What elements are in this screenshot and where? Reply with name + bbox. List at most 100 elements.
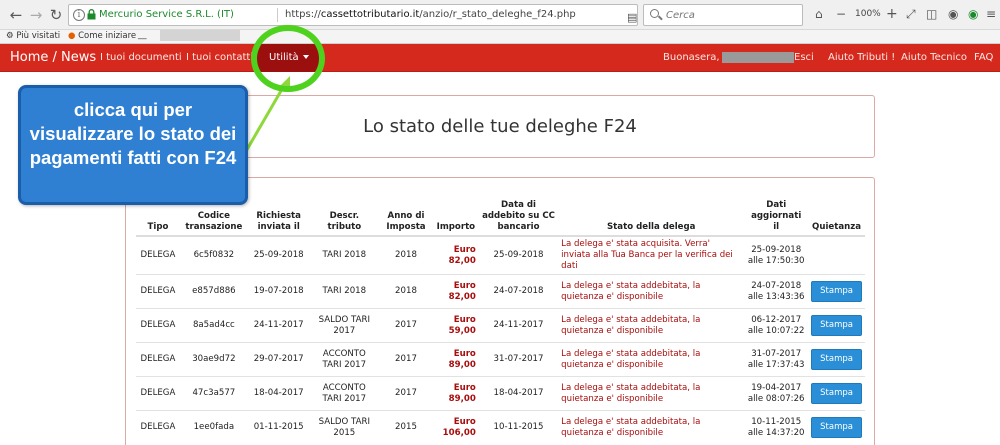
table-row: DELEGA 30ae9d72 29-07-2017 ACCONTO TARI 201…: [136, 342, 865, 377]
cell-descr: ACCONTO TARI 2017: [309, 342, 380, 377]
cell-descr: TARI 2018: [309, 235, 380, 275]
cell-aggiornati: 31-07-2017 alle 17:37:43: [744, 342, 809, 377]
addon-icon[interactable]: ◉: [968, 6, 978, 22]
cell-importo: Euro 82,00: [432, 274, 479, 309]
greeting-label: Buonasera,: [663, 52, 720, 63]
cell-addebito: 31-07-2017: [478, 342, 559, 377]
cell-richiesta: 19-07-2018: [247, 274, 310, 309]
bookmark-getting-started[interactable]: ● Come iniziare: [68, 31, 136, 41]
lock-icon: [87, 9, 96, 20]
cell-stato: La delega e' stata acquisita. Verra' inv…: [558, 235, 745, 275]
column-header: Stato della delega: [558, 188, 745, 237]
site-navbar: Home / News I tuoi documenti I tuoi cont…: [0, 44, 1000, 72]
zoom-out-icon[interactable]: −: [836, 6, 846, 22]
cell-importo: Euro 82,00: [432, 235, 479, 275]
nav-contatti-label: I tuoi contatti: [186, 52, 254, 63]
bookmarks-bar: ⚙ Più visitati ● Come iniziare __: [0, 30, 1000, 44]
importo-value: 89,00: [448, 393, 476, 404]
callout-text: clicca qui per visualizzare lo stato dei…: [29, 99, 237, 168]
aggiornati-time: alle 08:07:26: [747, 393, 805, 404]
nav-faq[interactable]: FAQ: [974, 44, 993, 72]
cell-anno: 2017: [379, 308, 433, 343]
search-icon: [650, 9, 659, 18]
fullscreen-icon[interactable]: ⤢: [906, 6, 916, 22]
info-icon[interactable]: i: [73, 9, 85, 21]
cell-quietanza: Stampa: [808, 308, 865, 343]
bookmark-masked[interactable]: [160, 30, 240, 41]
url-prefix: https://: [285, 9, 321, 20]
stampa-button[interactable]: Stampa: [811, 315, 862, 336]
search-input[interactable]: [666, 7, 796, 23]
extension-icon[interactable]: ◉: [948, 6, 958, 22]
cell-richiesta: 01-11-2015: [247, 410, 310, 445]
reader-icon[interactable]: ▤: [627, 11, 637, 24]
cell-stato: La delega e' stata addebitata, la quieta…: [558, 376, 745, 411]
table-row: DELEGA e857d886 19-07-2018 TARI 2018 2018 Eur…: [136, 274, 865, 309]
cell-quietanza: [808, 235, 865, 275]
url-host: cassettotributario.it: [320, 9, 420, 20]
search-bar[interactable]: [643, 4, 803, 26]
url-text[interactable]: https://cassettotributario.it/anzio/r_st…: [285, 9, 576, 20]
cell-anno: 2018: [379, 235, 433, 275]
stampa-button[interactable]: Stampa: [811, 383, 862, 404]
column-header: Anno di Imposta: [379, 188, 433, 237]
bookmark-most-visited[interactable]: ⚙ Più visitati: [6, 31, 60, 41]
menu-icon[interactable]: ≡: [986, 6, 996, 22]
cell-descr: SALDO TARI 2015: [309, 410, 380, 445]
nav-esci[interactable]: Esci: [794, 44, 814, 72]
nav-aiuto-tecnico[interactable]: Aiuto Tecnico: [901, 44, 967, 72]
cell-importo: Euro 89,00: [432, 342, 479, 377]
cell-aggiornati: 25-09-2018 alle 17:50:30: [744, 235, 809, 275]
aggiornati-date: 10-11-2015: [751, 416, 802, 427]
browser-toolbar: ← → ↻ i Mercurio Service S.R.L. (IT) htt…: [0, 0, 1000, 63]
zoom-level[interactable]: 100%: [855, 9, 881, 19]
site-identity[interactable]: Mercurio Service S.R.L. (IT): [99, 9, 234, 20]
importo-value: 82,00: [448, 291, 476, 302]
cell-tipo: DELEGA: [136, 274, 180, 309]
cell-codice: e857d886: [179, 274, 248, 309]
column-header: Quietanza: [808, 188, 865, 237]
importo-currency: Euro: [453, 280, 476, 291]
aggiornati-date: 24-07-2018: [751, 280, 802, 291]
nav-documenti[interactable]: I tuoi documenti: [100, 44, 182, 72]
cell-richiesta: 29-07-2017: [247, 342, 310, 377]
cell-richiesta: 24-11-2017: [247, 308, 310, 343]
cell-importo: Euro 106,00: [432, 410, 479, 445]
cell-richiesta: 25-09-2018: [247, 235, 310, 275]
table-row: DELEGA 6c5f0832 25-09-2018 TARI 2018 2018 Eur…: [136, 235, 865, 275]
cell-importo: Euro 59,00: [432, 308, 479, 343]
aggiornati-date: 06-12-2017: [751, 314, 802, 325]
aggiornati-date: 19-04-2017: [751, 382, 802, 393]
reload-icon[interactable]: ↻: [46, 5, 66, 25]
bookmark-label: Come iniziare: [78, 31, 137, 41]
aggiornati-date: 25-09-2018: [751, 244, 802, 255]
cell-aggiornati: 19-04-2017 alle 08:07:26: [744, 376, 809, 411]
cell-stato: La delega e' stata addebitata, la quieta…: [558, 274, 745, 309]
nav-home-news[interactable]: Home / News: [10, 44, 96, 72]
forward-icon[interactable]: →: [26, 5, 46, 25]
url-bar[interactable]: i Mercurio Service S.R.L. (IT) https://c…: [68, 4, 650, 63]
home-icon[interactable]: ⌂: [815, 6, 823, 22]
cell-aggiornati: 10-11-2015 alle 14:37:20: [744, 410, 809, 445]
cell-tipo: DELEGA: [136, 410, 180, 445]
sidebar-icon[interactable]: ◫: [926, 6, 937, 22]
importo-currency: Euro: [453, 314, 476, 325]
cell-descr: ACCONTO TARI 2017: [309, 376, 380, 411]
zoom-in-icon[interactable]: +: [886, 6, 898, 22]
bookmark-blank[interactable]: __: [138, 30, 147, 40]
url-path: /anzio/r_stato_deleghe_f24.php: [419, 9, 576, 20]
column-header: Richiesta inviata il: [247, 188, 310, 237]
stampa-button[interactable]: Stampa: [811, 281, 862, 302]
cell-addebito: 25-09-2018: [478, 235, 559, 275]
stampa-button[interactable]: Stampa: [811, 349, 862, 370]
url-divider: [277, 8, 278, 22]
stampa-button[interactable]: Stampa: [811, 417, 862, 439]
aggiornati-time: alle 17:50:30: [747, 255, 805, 266]
cell-codice: 8a5ad4cc: [179, 308, 248, 343]
back-icon[interactable]: ←: [6, 5, 26, 25]
cell-anno: 2017: [379, 342, 433, 377]
greeting: Buonasera,: [663, 44, 794, 72]
nav-aiuto-tributi[interactable]: Aiuto Tributi !: [828, 44, 895, 72]
aggiornati-time: alle 13:43:36: [747, 291, 805, 302]
aggiornati-time: alle 17:37:43: [747, 359, 805, 370]
